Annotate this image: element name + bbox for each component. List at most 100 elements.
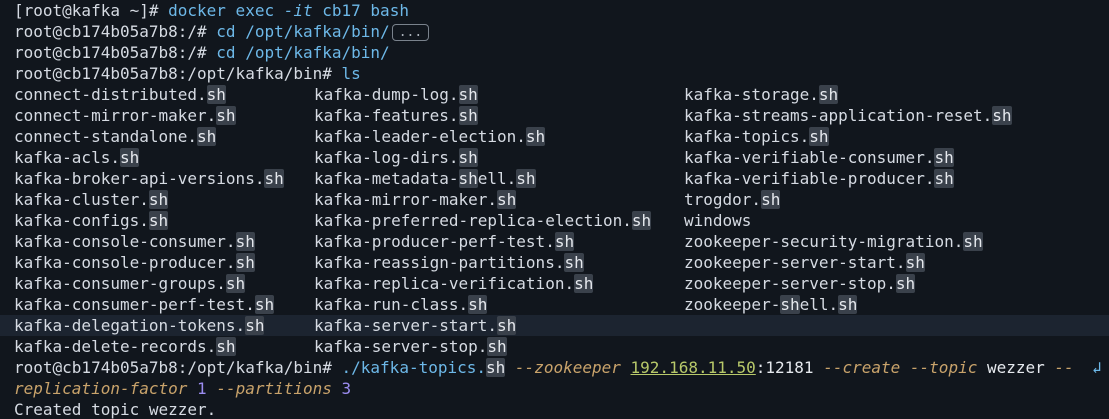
file-list-item: kafka-streams-application-reset.sh	[684, 105, 1012, 126]
sh-extension: sh	[963, 232, 983, 251]
file-name: kafka-streams-application-reset.	[684, 106, 993, 125]
file-list-item: kafka-server-stop.sh	[314, 336, 651, 357]
file-name: kafka-server-start.	[314, 316, 498, 335]
line-wrap-icon: ↲	[1092, 358, 1102, 377]
sh-extension: sh	[564, 253, 584, 272]
terminal-line-cd-suggestion: root@cb174b05a7b8:/# cd /opt/kafka/bin/.…	[14, 21, 430, 42]
file-list-item: kafka-delegation-tokens.sh	[14, 315, 284, 336]
file-name: kafka-producer-perf-test.	[314, 232, 555, 251]
flag-topic: --topic	[909, 358, 978, 377]
file-name: kafka-leader-election.	[314, 127, 526, 146]
file-list-item: kafka-verifiable-producer.sh	[684, 168, 1012, 189]
file-name: kafka-topics.	[684, 127, 810, 146]
file-list-item: zookeeper-server-stop.sh	[684, 273, 1012, 294]
file-list-item: zookeeper-server-start.sh	[684, 252, 1012, 273]
replication-factor-value: 1	[197, 379, 207, 398]
sh-extension: sh	[497, 190, 517, 209]
file-list-item: windows	[684, 210, 1012, 231]
file-name-tail: ell.	[799, 295, 839, 314]
file-list-item: zookeeper-security-migration.sh	[684, 231, 1012, 252]
file-name: zookeeper-server-start.	[684, 253, 906, 272]
sh-extension: sh	[487, 337, 507, 356]
sh-extension: sh	[119, 148, 140, 167]
file-name: kafka-metadata-	[314, 169, 459, 188]
file-list-item: kafka-leader-election.sh	[314, 126, 651, 147]
file-list-item: kafka-metadata-shell.sh	[314, 168, 651, 189]
file-list-item: kafka-mirror-maker.sh	[314, 189, 651, 210]
file-list-item: kafka-consumer-groups.sh	[14, 273, 284, 294]
file-name: connect-distributed.	[14, 85, 207, 104]
ls-column-1: connect-distributed.sh connect-mirror-mak…	[14, 84, 284, 357]
file-list-item: kafka-consumer-perf-test.sh	[14, 294, 284, 315]
bin-prompt: root@cb174b05a7b8:/opt/kafka/bin#	[14, 358, 342, 377]
file-name: kafka-preferred-replica-election.	[314, 211, 632, 230]
sh-extension: sh	[458, 106, 478, 125]
sh-extension: sh	[486, 358, 506, 377]
sh-highlight: sh	[780, 295, 800, 314]
sh-extension: sh	[761, 190, 781, 209]
collapsed-output-button[interactable]: ...	[391, 24, 430, 41]
file-name: trogdor.	[684, 190, 762, 209]
sh-extension: sh	[468, 295, 488, 314]
file-list-item: zookeeper-shell.sh	[684, 294, 1012, 315]
file-list-item: kafka-verifiable-consumer.sh	[684, 147, 1012, 168]
flag-replication-factor: replication-factor	[14, 379, 188, 398]
file-name: kafka-delegation-tokens.	[14, 316, 246, 335]
file-name: kafka-run-class.	[314, 295, 469, 314]
file-name-tail: ell.	[477, 169, 517, 188]
command-cd: cd /opt/kafka/bin/	[216, 22, 390, 41]
file-list-item: kafka-log-dirs.sh	[314, 147, 651, 168]
file-name: kafka-console-producer.	[14, 253, 236, 272]
sh-extension: sh	[264, 169, 284, 188]
sh-extension: sh	[895, 274, 916, 293]
terminal-line-topics-continuation: replication-factor 1 --partitions 3	[14, 378, 351, 399]
file-list-item: kafka-delete-records.sh	[14, 336, 284, 357]
command-ls: ls	[341, 64, 361, 83]
sh-extension: sh	[235, 232, 255, 251]
sh-extension: sh	[992, 106, 1012, 125]
file-list-item: connect-mirror-maker.sh	[14, 105, 284, 126]
sh-extension: sh	[458, 148, 478, 167]
ls-column-3: kafka-storage.sh kafka-streams-applicatio…	[684, 84, 1012, 315]
file-list-item: kafka-cluster.sh	[14, 189, 284, 210]
ls-column-2: kafka-dump-log.sh kafka-features.sh kafka-…	[314, 84, 652, 357]
file-list-item: kafka-producer-perf-test.sh	[314, 231, 651, 252]
sh-extension: sh	[458, 85, 478, 104]
file-name: kafka-verifiable-producer.	[684, 169, 935, 188]
command-docker-exec: docker exec	[168, 1, 284, 20]
file-name: connect-standalone.	[14, 127, 198, 146]
bin-prompt: root@cb174b05a7b8:/opt/kafka/bin#	[14, 64, 342, 83]
file-name: kafka-configs.	[14, 211, 149, 230]
file-name: windows	[684, 211, 752, 230]
terminal-line-ls: root@cb174b05a7b8:/opt/kafka/bin# ls	[14, 63, 361, 84]
sh-extension: sh	[245, 316, 265, 335]
file-name: kafka-reassign-partitions.	[314, 253, 565, 272]
command-kafka-topics: ./kafka-topics.	[341, 358, 487, 377]
file-list-item: connect-standalone.sh	[14, 126, 284, 147]
file-list-item: kafka-reassign-partitions.sh	[314, 252, 651, 273]
file-list-item: kafka-server-start.sh	[314, 315, 651, 336]
flag-dashdash: --	[1054, 358, 1074, 377]
file-name: kafka-acls.	[14, 148, 120, 167]
file-list-item: kafka-console-producer.sh	[14, 252, 284, 273]
file-name: zookeeper-	[684, 295, 781, 314]
sh-extension: sh	[809, 127, 829, 146]
sh-extension: sh	[818, 85, 839, 104]
host-prompt: [root@kafka ~]#	[14, 1, 169, 20]
file-list-item: kafka-features.sh	[314, 105, 651, 126]
file-name: kafka-features.	[314, 106, 459, 125]
sh-extension: sh	[216, 106, 236, 125]
flag-it: -it	[283, 1, 313, 20]
file-name: kafka-broker-api-versions.	[14, 169, 265, 188]
terminal-line-docker-exec: [root@kafka ~]# docker exec -it cb17 bas…	[14, 0, 409, 21]
container-prompt: root@cb174b05a7b8:/#	[14, 43, 217, 62]
sh-highlight: sh	[458, 169, 478, 188]
file-name: zookeeper-security-migration.	[684, 232, 964, 251]
flag-create: --create	[823, 358, 901, 377]
file-list-item: kafka-console-consumer.sh	[14, 231, 284, 252]
sh-extension: sh	[206, 85, 226, 104]
file-list-item: kafka-configs.sh	[14, 210, 284, 231]
terminal-window[interactable]: [root@kafka ~]# docker exec -it cb17 bas…	[0, 0, 1109, 419]
sh-extension: sh	[631, 211, 652, 230]
sh-extension: sh	[216, 337, 236, 356]
